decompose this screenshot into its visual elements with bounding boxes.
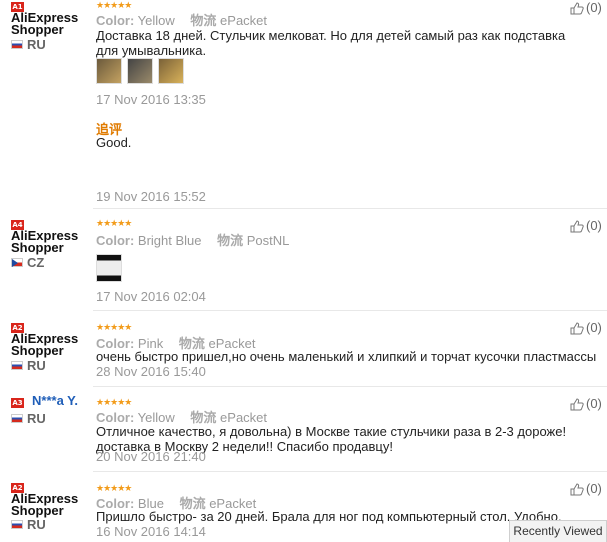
helpful-button[interactable]: (0) [570,481,602,496]
country-code: CZ [27,255,45,270]
reviewer-country: RU [11,38,46,52]
country-code: RU [27,37,46,52]
review-date: 16 Nov 2016 14:14 [96,524,206,539]
helpful-button[interactable]: (0) [570,396,602,411]
thumbs-up-icon [570,322,584,335]
review-date: 28 Nov 2016 15:40 [96,364,206,379]
reviewer-country: RU [11,359,46,373]
thumbs-up-icon [570,2,584,15]
helpful-count: (0) [586,218,602,233]
review-1: A1 AliExpress Shopper RU ★★★★★ Color: Ye… [0,0,607,208]
russia-flag-icon [11,414,23,424]
reviewer-country: RU [11,412,46,426]
rating-stars: ★★★★★ [96,0,132,10]
shipping-value: ePacket [220,410,268,425]
helpful-button[interactable]: (0) [570,218,602,233]
level-badge: A3 [11,398,24,408]
czech-flag-icon [11,258,23,268]
helpful-button[interactable]: (0) [570,0,602,15]
rating-stars: ★★★★★ [96,322,132,332]
shipping-label: 物流 [190,13,217,28]
review-text: очень быстро пришел,но очень маленький и… [96,349,597,364]
review-photos [96,58,192,86]
russia-flag-icon [11,40,23,50]
review-date: 20 Nov 2016 21:40 [96,449,206,464]
shipping-value: PostNL [246,233,290,248]
thumbs-up-icon [570,398,584,411]
country-code: RU [27,411,46,426]
recently-viewed-button[interactable]: Recently Viewed [509,520,607,542]
review-photo-thumbnail[interactable] [127,58,153,84]
reviewer-country: RU [11,518,46,532]
russia-flag-icon [11,520,23,530]
review-meta: Color: Yellow 物流 ePacket [96,10,267,29]
review-date: 17 Nov 2016 02:04 [96,289,206,304]
review-text: Доставка 18 дней. Стульчик мелковат. Но … [96,28,566,58]
shipping-label: 物流 [190,410,217,425]
review-meta: Color: Bright Blue 物流 PostNL [96,230,289,249]
review-photo-thumbnail[interactable] [96,58,122,84]
reviewer-name: AliExpress Shopper [11,491,79,518]
helpful-count: (0) [586,481,602,496]
review-photo-thumbnail[interactable] [158,58,184,84]
country-code: RU [27,358,46,373]
rating-stars: ★★★★★ [96,218,132,228]
color-label: Color: [96,410,135,425]
thumbs-up-icon [570,220,584,233]
thumbs-up-icon [570,483,584,496]
helpful-count: (0) [586,396,602,411]
color-label: Color: [96,233,135,248]
country-code: RU [27,517,46,532]
reviewer-name: AliExpress Shopper [11,228,79,255]
reviewer-name: AliExpress Shopper [11,331,79,358]
review-photo-thumbnail[interactable] [96,254,122,282]
shipping-label: 物流 [217,233,244,248]
rating-stars: ★★★★★ [96,397,132,407]
color-value: Yellow [137,13,175,28]
color-label: Color: [96,13,135,28]
review-2: A4 AliExpress Shopper CZ ★★★★★ Color: Br… [0,209,607,310]
reviewer-name: AliExpress Shopper [11,10,79,37]
reviewer-country: CZ [11,256,44,270]
helpful-count: (0) [586,320,602,335]
followup-text: Good. [96,135,132,150]
review-date: 17 Nov 2016 13:35 [96,92,206,107]
color-value: Bright Blue [137,233,202,248]
shipping-value: ePacket [220,13,268,28]
color-value: Yellow [137,410,175,425]
rating-stars: ★★★★★ [96,483,132,493]
russia-flag-icon [11,361,23,371]
helpful-count: (0) [586,0,602,15]
review-3: A2 AliExpress Shopper RU ★★★★★ Color: Pi… [0,311,607,386]
helpful-button[interactable]: (0) [570,320,602,335]
review-text: Пришло быстро- за 20 дней. Брала для ног… [96,509,562,524]
followup-date: 19 Nov 2016 15:52 [96,189,206,204]
review-4: A3 N***a Y. RU ★★★★★ Color: Yellow 物流 eP… [0,387,607,471]
